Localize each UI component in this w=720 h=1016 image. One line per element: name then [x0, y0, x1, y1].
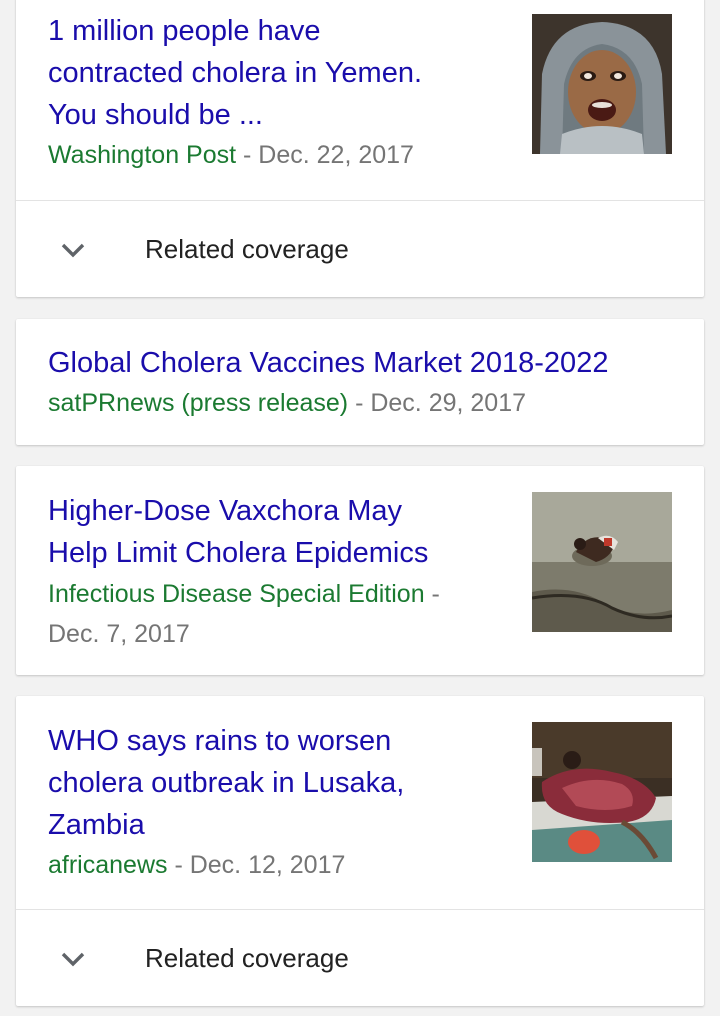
news-title-line: Higher-Dose Vaxchora May	[48, 495, 403, 527]
meta-separator: -	[167, 851, 190, 879]
news-meta: Infectious Disease Special Edition - Dec.…	[48, 574, 518, 654]
news-date: Dec. 22, 2017	[258, 141, 414, 169]
news-title-line: contracted cholera in Yemen.	[48, 57, 423, 89]
news-title-line: WHO says rains to worsen	[48, 725, 392, 757]
news-card: 1 million people have contracted cholera…	[16, 0, 704, 297]
news-thumbnail[interactable]	[532, 722, 672, 862]
news-date: Dec. 7, 2017	[48, 620, 190, 648]
news-title[interactable]: Global Cholera Vaccines Market 2018-2022	[48, 342, 688, 384]
news-story-link[interactable]: Global Cholera Vaccines Market 2018-2022…	[48, 342, 688, 422]
news-card: Higher-Dose Vaxchora May Help Limit Chol…	[16, 466, 704, 675]
news-title-line: You should be ...	[48, 99, 263, 131]
news-meta: Washington Post - Dec. 22, 2017	[48, 136, 518, 174]
news-title[interactable]: 1 million people have contracted cholera…	[48, 10, 518, 136]
news-story-link[interactable]: WHO says rains to worsen cholera outbrea…	[48, 720, 518, 884]
news-source: Washington Post	[48, 141, 237, 169]
meta-separator: -	[236, 141, 259, 169]
related-coverage-label: Related coverage	[145, 943, 349, 973]
news-title-line: cholera outbreak in Lusaka,	[48, 767, 405, 799]
news-title[interactable]: WHO says rains to worsen cholera outbrea…	[48, 720, 518, 846]
news-title-line: Help Limit Cholera Epidemics	[48, 537, 429, 569]
news-source: Infectious Disease Special Edition	[48, 580, 425, 608]
chevron-down-icon	[58, 235, 88, 265]
related-coverage-toggle[interactable]: Related coverage	[16, 201, 704, 297]
news-story-link[interactable]: Higher-Dose Vaxchora May Help Limit Chol…	[48, 490, 518, 654]
news-card: WHO says rains to worsen cholera outbrea…	[16, 696, 704, 1006]
related-coverage-label: Related coverage	[145, 234, 349, 264]
meta-separator: -	[424, 580, 440, 608]
news-title-line: 1 million people have	[48, 15, 321, 47]
news-card: Global Cholera Vaccines Market 2018-2022…	[16, 319, 704, 445]
news-title-line: Zambia	[48, 809, 145, 841]
news-story-link[interactable]: 1 million people have contracted cholera…	[48, 10, 518, 174]
crying-child-image	[532, 14, 672, 154]
person-in-water-image	[532, 492, 672, 632]
related-coverage-toggle[interactable]: Related coverage	[16, 910, 704, 1006]
news-date: Dec. 29, 2017	[370, 389, 527, 417]
news-title[interactable]: Higher-Dose Vaxchora May Help Limit Chol…	[48, 490, 518, 574]
news-source: africanews	[48, 851, 168, 879]
news-thumbnail[interactable]	[532, 14, 672, 154]
chevron-down-icon	[58, 944, 88, 974]
news-date: Dec. 12, 2017	[189, 851, 346, 879]
news-meta: satPRnews (press release) - Dec. 29, 201…	[48, 384, 688, 422]
news-meta: africanews - Dec. 12, 2017	[48, 846, 518, 884]
news-source: satPRnews (press release)	[48, 389, 349, 417]
patient-on-bed-image	[532, 722, 672, 862]
news-thumbnail[interactable]	[532, 492, 672, 632]
meta-separator: -	[348, 389, 371, 417]
